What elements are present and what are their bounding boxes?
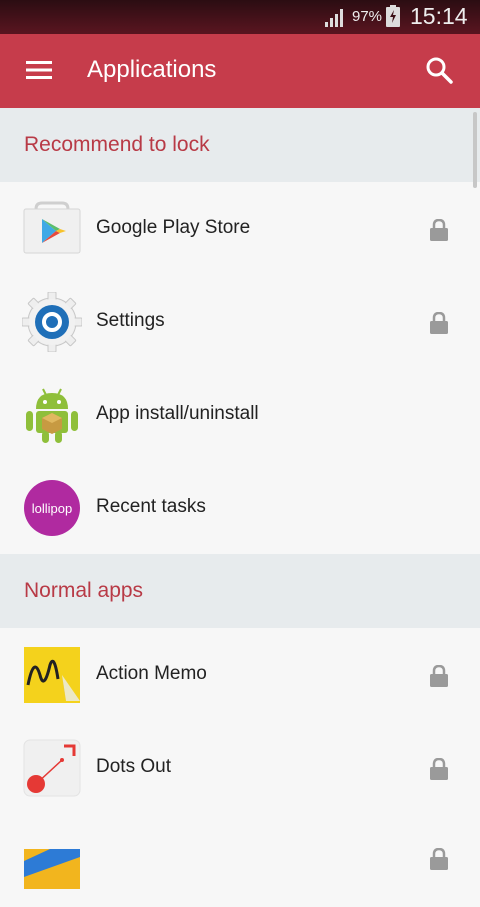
- lock-icon[interactable]: [430, 312, 448, 334]
- list-item-settings[interactable]: Settings: [0, 275, 480, 368]
- status-bar: 97% 15:14: [0, 0, 480, 34]
- battery-percentage: 97%: [352, 8, 383, 25]
- search-icon[interactable]: [424, 55, 454, 85]
- app-label: Recent tasks: [96, 496, 206, 517]
- app-label: Settings: [96, 310, 165, 331]
- app-bar: Applications: [0, 34, 480, 108]
- section-title: Normal apps: [24, 579, 144, 602]
- status-clock: 15:14: [410, 3, 468, 29]
- lock-icon[interactable]: [430, 665, 448, 687]
- lollipop-icon: lollipop: [24, 480, 80, 536]
- android-robot-icon: [26, 388, 78, 443]
- battery-charging-icon: [386, 5, 400, 27]
- settings-gear-icon: [22, 292, 82, 352]
- app-label: Action Memo: [96, 663, 207, 684]
- lock-icon[interactable]: [430, 758, 448, 780]
- lock-icon[interactable]: [430, 219, 448, 241]
- lollipop-icon-text: lollipop: [32, 501, 72, 516]
- section-header-recommend: Recommend to lock: [0, 108, 480, 182]
- list-item-google-play-store[interactable]: Google Play Store: [0, 182, 480, 275]
- action-memo-icon: [24, 647, 80, 703]
- list-item-gallery[interactable]: [0, 814, 480, 907]
- signal-icon: [325, 9, 343, 27]
- scrollbar[interactable]: [473, 112, 477, 188]
- gallery-icon: [24, 849, 80, 889]
- google-play-store-icon: [23, 201, 81, 254]
- dots-out-icon: [23, 739, 81, 797]
- list-item-app-install[interactable]: App install/uninstall: [0, 368, 480, 461]
- section-header-normal-apps: Normal apps: [0, 554, 480, 628]
- app-label: Dots Out: [96, 756, 171, 777]
- menu-icon[interactable]: [26, 59, 52, 81]
- list-item-dots-out[interactable]: Dots Out: [0, 721, 480, 814]
- app-label: Google Play Store: [96, 217, 251, 238]
- list-item-action-memo[interactable]: Action Memo: [0, 628, 480, 721]
- lock-icon[interactable]: [430, 848, 448, 870]
- list-item-recent-tasks[interactable]: lollipop Recent tasks: [0, 461, 480, 554]
- page-title: Applications: [87, 56, 217, 83]
- section-title: Recommend to lock: [24, 133, 210, 156]
- app-label: App install/uninstall: [96, 403, 259, 424]
